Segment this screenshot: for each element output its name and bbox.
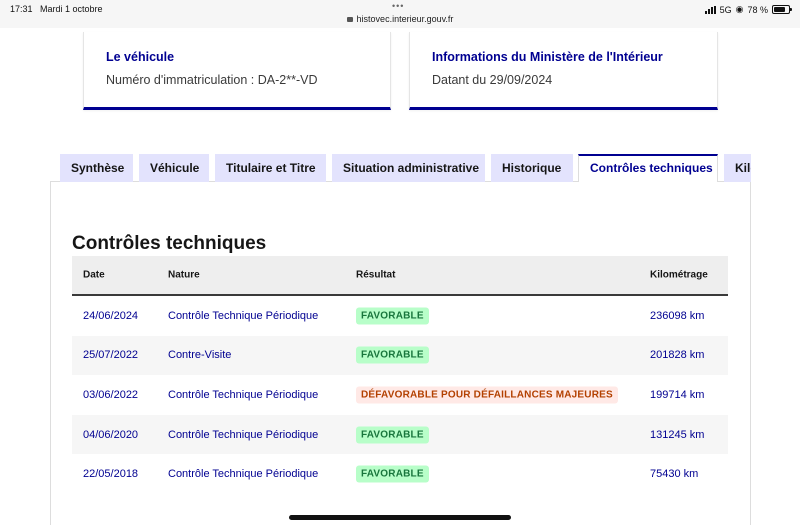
cell-km: 236098 km [650, 309, 705, 322]
cell-date: 04/06/2020 [83, 428, 139, 441]
cell-km: 199714 km [650, 388, 705, 401]
status-badge: FAVORABLE [356, 307, 429, 325]
cell-date: 24/06/2024 [83, 309, 139, 322]
section-title: Contrôles techniques [72, 233, 267, 254]
result-badge-cell: FAVORABLE [356, 346, 429, 364]
header-nature: Nature [168, 269, 200, 281]
cell-km: 201828 km [650, 349, 705, 362]
cell-nature: Contrôle Technique Périodique [168, 388, 319, 401]
tab-situation-administrative[interactable]: Situation administrative [332, 154, 485, 182]
cell-date: 25/07/2022 [83, 349, 139, 362]
tab-vehicule[interactable]: Véhicule [139, 154, 209, 182]
tab-kilometrage[interactable]: Kilométrage [724, 154, 751, 182]
tab-bar: Synthèse Véhicule Titulaire et Titre Sit… [60, 154, 751, 182]
ministry-info-card: Informations du Ministère de l'Intérieur… [409, 32, 718, 110]
ministry-card-title: Informations du Ministère de l'Intérieur [432, 50, 663, 64]
status-badge: FAVORABLE [356, 346, 429, 364]
header-result: Résultat [356, 269, 396, 281]
home-indicator[interactable] [289, 515, 511, 520]
tab-titulaire[interactable]: Titulaire et Titre [215, 154, 326, 182]
location-icon: ◉ [735, 4, 744, 14]
cell-km: 131245 km [650, 428, 705, 441]
ministry-date: Datant du 29/09/2024 [432, 73, 553, 87]
cell-nature: Contrôle Technique Périodique [168, 309, 319, 322]
result-badge-cell: DÉFAVORABLE POUR DÉFAILLANCES MAJEURES [356, 386, 618, 404]
cell-nature: Contrôle Technique Périodique [168, 468, 319, 481]
header-date: Date [83, 269, 105, 281]
cell-nature: Contre-Visite [168, 349, 232, 362]
clock: 17:31 [10, 4, 33, 14]
cell-km: 75430 km [650, 468, 699, 481]
network-label: 5G [719, 4, 732, 15]
vehicle-card-title: Le véhicule [106, 50, 175, 64]
status-badge: DÉFAVORABLE POUR DÉFAILLANCES MAJEURES [356, 386, 618, 404]
cell-nature: Contrôle Technique Périodique [168, 428, 319, 441]
vehicle-card: Le véhicule Numéro d'immatriculation : D… [83, 32, 391, 110]
system-indicators: 5G ◉ 78 % [704, 4, 792, 15]
table-row: 25/07/2022 Contre-Visite FAVORABLE 20182… [72, 335, 728, 376]
technical-inspections-table: Date Nature Résultat Kilométrage 24/06/2… [72, 256, 728, 494]
table-header: Date Nature Résultat Kilométrage [72, 256, 728, 296]
date: Mardi 1 octobre [40, 4, 103, 14]
table-row: 03/06/2022 Contrôle Technique Périodique… [72, 375, 728, 415]
table-row: 04/06/2020 Contrôle Technique Périodique… [72, 414, 728, 455]
lock-icon [346, 17, 353, 22]
status-badge: FAVORABLE [356, 465, 429, 483]
table-row: 22/05/2018 Contrôle Technique Périodique… [72, 454, 728, 494]
address-bar[interactable]: histovec.interieur.gouv.fr [0, 14, 800, 24]
url-text: histovec.interieur.gouv.fr [356, 14, 454, 24]
tab-controles-techniques[interactable]: Contrôles techniques [578, 154, 718, 182]
result-badge-cell: FAVORABLE [356, 465, 429, 483]
tab-synthese[interactable]: Synthèse [60, 154, 133, 182]
status-bar: 17:31 Mardi 1 octobre ••• histovec.inter… [0, 0, 800, 28]
status-badge: FAVORABLE [356, 426, 429, 444]
battery-icon [772, 5, 792, 14]
signal-icon [704, 5, 716, 14]
table-row: 24/06/2024 Contrôle Technique Périodique… [72, 296, 728, 336]
result-badge-cell: FAVORABLE [356, 307, 429, 325]
cell-date: 03/06/2022 [83, 388, 139, 401]
result-badge-cell: FAVORABLE [356, 426, 429, 444]
battery-percent: 78 % [747, 4, 768, 15]
header-km: Kilométrage [650, 269, 708, 281]
cell-date: 22/05/2018 [83, 468, 139, 481]
registration-number: Numéro d'immatriculation : DA-2**-VD [106, 73, 318, 87]
more-dots-icon[interactable]: ••• [392, 1, 404, 11]
tab-historique[interactable]: Historique [491, 154, 573, 182]
